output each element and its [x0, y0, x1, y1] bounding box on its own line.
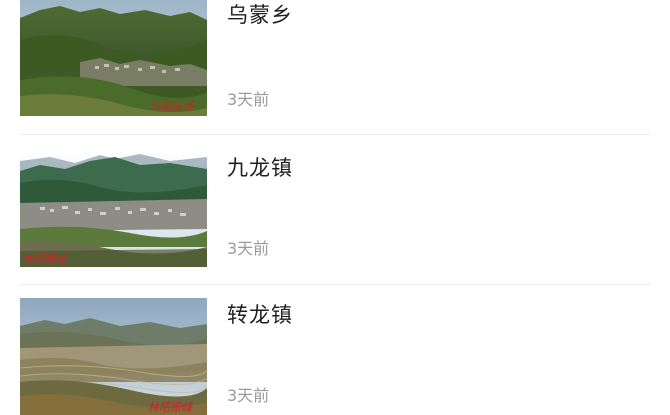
- watermark-text: 林昭振峰: [148, 401, 193, 414]
- item-timestamp: 3天前: [227, 90, 270, 109]
- item-timestamp: 3天前: [227, 239, 270, 258]
- item-title[interactable]: 九龙镇: [227, 155, 293, 181]
- thumbnail-image[interactable]: 林昭振峰: [20, 298, 207, 415]
- thumbnail-image[interactable]: 林昭振峰: [20, 151, 207, 267]
- list-item[interactable]: 林昭振峰 转龙镇 3天前: [20, 298, 650, 415]
- item-timestamp: 3天前: [227, 386, 270, 405]
- item-title[interactable]: 转龙镇: [227, 302, 293, 328]
- divider: [20, 134, 650, 135]
- watermark-text: 林昭振峰: [150, 100, 195, 113]
- watermark-text: 林昭振峰: [22, 253, 67, 266]
- list-item[interactable]: 林昭振峰 九龙镇 3天前: [20, 151, 650, 267]
- item-title[interactable]: 乌蒙乡: [227, 2, 293, 28]
- news-feed: 林昭振峰 乌蒙乡 3天前 林昭振峰 九龙镇 3天前 林昭振峰 转龙镇 3天前: [0, 0, 670, 415]
- divider: [20, 284, 650, 285]
- thumbnail-image[interactable]: 林昭振峰: [20, 0, 207, 116]
- list-item[interactable]: 林昭振峰 乌蒙乡 3天前: [20, 0, 650, 116]
